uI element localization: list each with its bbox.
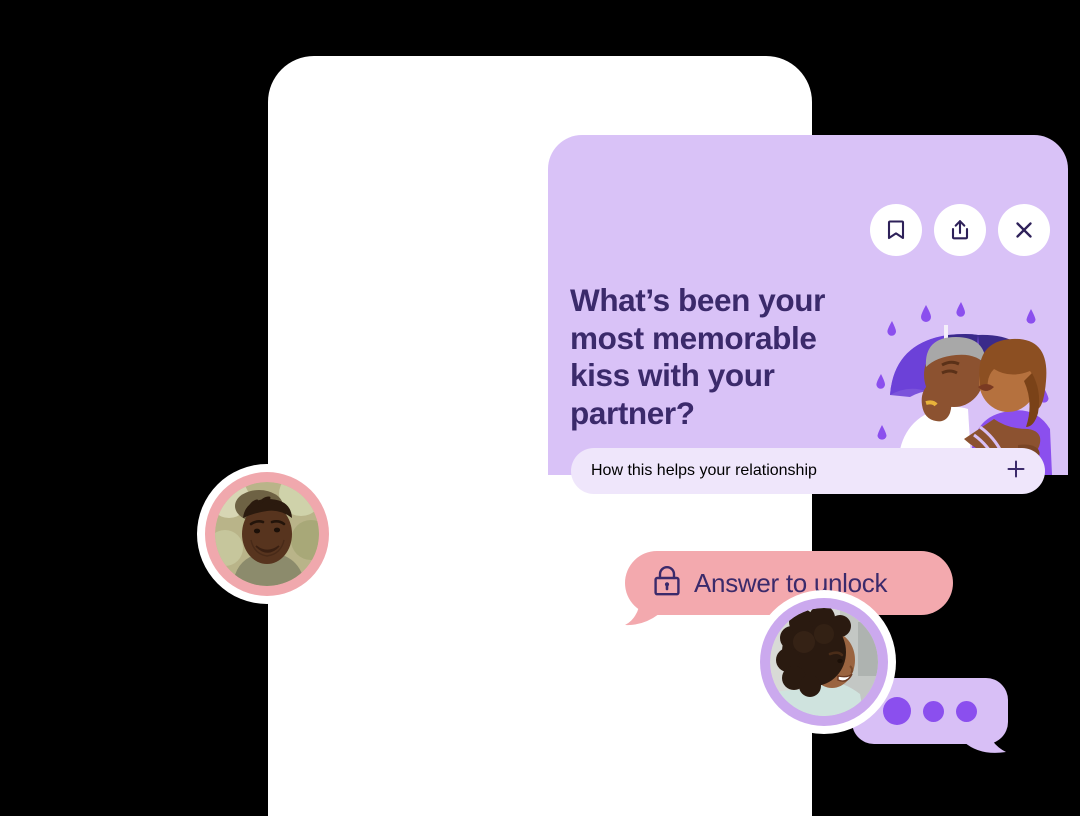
close-button[interactable] xyxy=(998,204,1050,256)
prompt-question: What’s been your most memorable kiss wit… xyxy=(570,282,825,431)
partner-avatar-right[interactable] xyxy=(760,598,888,726)
typing-dot xyxy=(883,697,911,725)
close-icon xyxy=(1012,218,1036,242)
share-icon xyxy=(948,218,972,242)
plus-icon[interactable] xyxy=(1005,458,1027,485)
phone-frame: What’s been your most memorable kiss wit… xyxy=(268,56,1068,816)
bookmark-button[interactable] xyxy=(870,204,922,256)
partner-avatar-left[interactable] xyxy=(205,472,329,596)
avatar-left-photo xyxy=(215,482,319,586)
typing-dot xyxy=(956,700,977,722)
lock-icon xyxy=(652,565,682,602)
typing-dot xyxy=(923,700,944,722)
card-actions-group xyxy=(870,204,1050,256)
share-button[interactable] xyxy=(934,204,986,256)
unlock-label: Answer to unlock xyxy=(694,567,888,598)
answer-to-unlock-bubble[interactable]: Answer to unlock xyxy=(625,551,953,615)
bookmark-icon xyxy=(884,218,908,242)
avatar-left-ring xyxy=(205,472,329,596)
prompt-card: What’s been your most memorable kiss wit… xyxy=(548,135,1068,475)
avatar-right-photo xyxy=(770,608,878,716)
avatar-right-ring xyxy=(760,598,888,726)
accordion-label: How this helps your relationship xyxy=(591,462,817,479)
how-this-helps-accordion[interactable]: How this helps your relationship xyxy=(571,448,1045,494)
